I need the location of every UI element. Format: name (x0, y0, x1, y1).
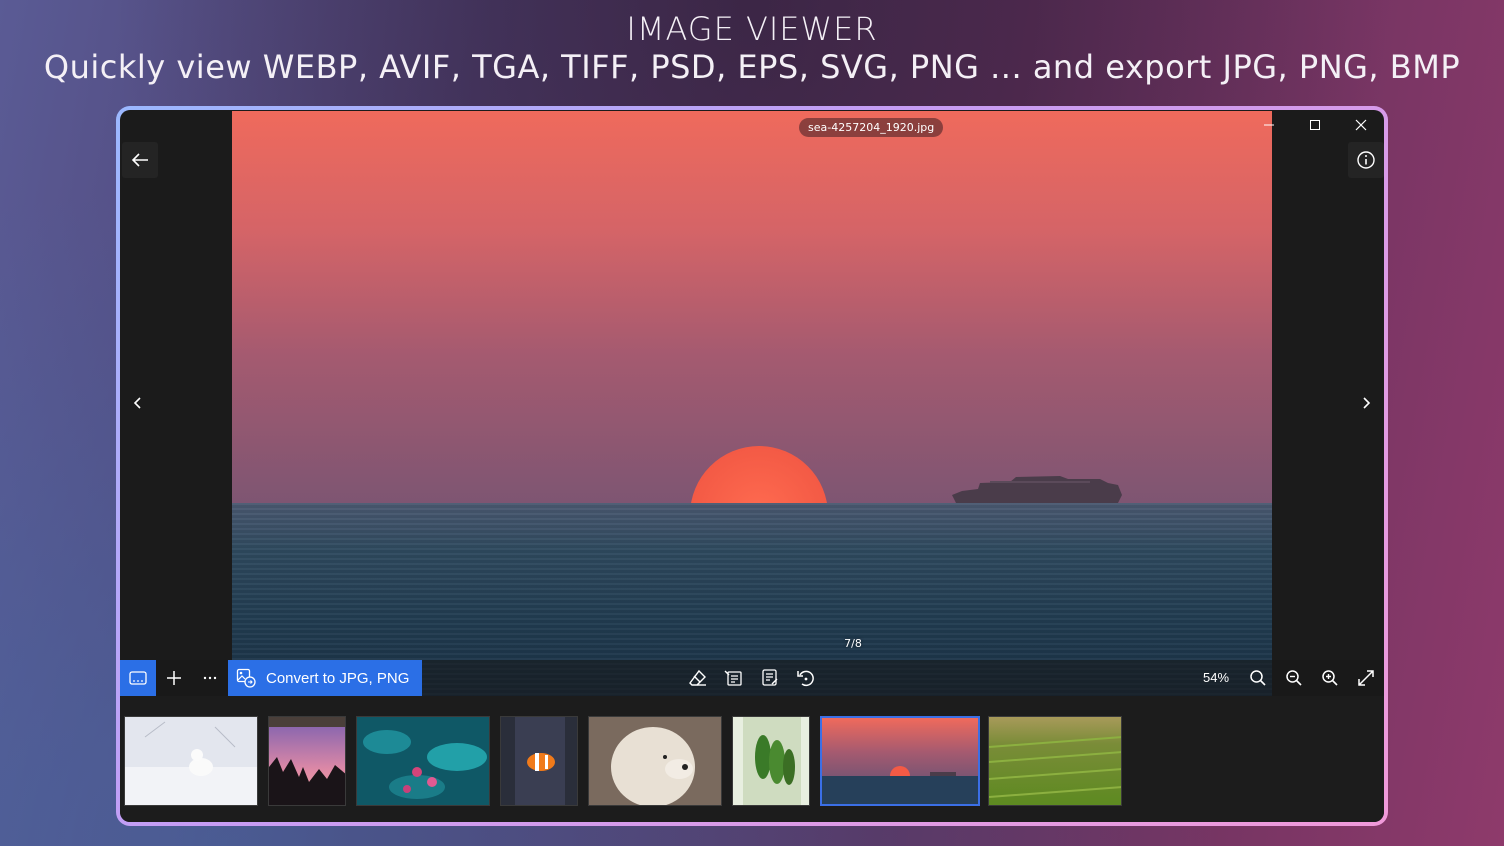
info-icon (1357, 151, 1375, 169)
thumbnail-2[interactable] (268, 716, 346, 806)
promo-subtitle: Quickly view WEBP, AVIF, TGA, TIFF, PSD,… (43, 48, 1461, 86)
erase-button[interactable] (680, 660, 716, 696)
filmstrip-toggle-button[interactable] (120, 660, 156, 696)
previous-image-button[interactable] (120, 385, 156, 421)
notes-icon (762, 669, 778, 686)
filmstrip-icon (129, 671, 147, 685)
thumbnail-6[interactable] (732, 716, 810, 806)
image-ship (952, 476, 1122, 503)
back-button[interactable] (122, 142, 158, 178)
convert-button-label: Convert to JPG, PNG (266, 669, 410, 687)
zoom-in-button[interactable] (1312, 660, 1348, 696)
more-button[interactable] (192, 660, 228, 696)
rotate-button[interactable] (788, 660, 824, 696)
next-image-button[interactable] (1348, 385, 1384, 421)
chevron-right-icon (1363, 397, 1371, 409)
close-icon (1355, 119, 1367, 131)
search-icon (1250, 670, 1266, 686)
promo-title: IMAGE VIEWER (626, 10, 878, 48)
add-button[interactable] (156, 660, 192, 696)
thumbnail-1[interactable] (124, 716, 258, 806)
maximize-icon (1310, 120, 1320, 130)
thumbnail-8[interactable] (988, 716, 1122, 806)
edit-document-button[interactable] (716, 660, 752, 696)
plus-icon (167, 671, 181, 685)
zoom-fit-button[interactable] (1240, 660, 1276, 696)
thumbnail-5[interactable] (588, 716, 722, 806)
minimize-icon (1264, 124, 1274, 126)
convert-button[interactable]: Convert to JPG, PNG (228, 660, 422, 696)
zoom-level: 54% (1202, 670, 1230, 685)
thumbnail-7[interactable] (820, 716, 980, 806)
filmstrip (120, 696, 1384, 822)
image-convert-icon (236, 668, 256, 688)
zoom-out-button[interactable] (1276, 660, 1312, 696)
thumbnail-3[interactable] (356, 716, 490, 806)
chevron-left-icon (133, 397, 141, 409)
minimize-button[interactable] (1246, 110, 1292, 140)
filename-badge: sea-4257204_1920.jpg (799, 118, 944, 137)
viewer-window: sea-4257204_1920.jpg 7/8 Convert to JPG,… (120, 110, 1384, 822)
fullscreen-icon (1358, 670, 1374, 686)
thumbnail-4[interactable] (500, 716, 578, 806)
fullscreen-button[interactable] (1348, 660, 1384, 696)
app-frame: sea-4257204_1920.jpg 7/8 Convert to JPG,… (116, 106, 1388, 826)
image-counter: 7/8 (844, 637, 862, 650)
rotate-icon (797, 670, 814, 687)
main-image[interactable]: sea-4257204_1920.jpg 7/8 (232, 111, 1272, 696)
maximize-button[interactable] (1292, 110, 1338, 140)
zoom-out-icon (1286, 670, 1302, 686)
bottom-toolbar: Convert to JPG, PNG 54% (120, 660, 1384, 696)
eraser-icon (689, 669, 706, 686)
info-button[interactable] (1348, 142, 1384, 178)
arrow-left-icon (131, 153, 148, 167)
notes-button[interactable] (752, 660, 788, 696)
zoom-in-icon (1322, 670, 1338, 686)
document-edit-icon (724, 670, 742, 686)
close-button[interactable] (1338, 110, 1384, 140)
more-icon (203, 676, 217, 680)
